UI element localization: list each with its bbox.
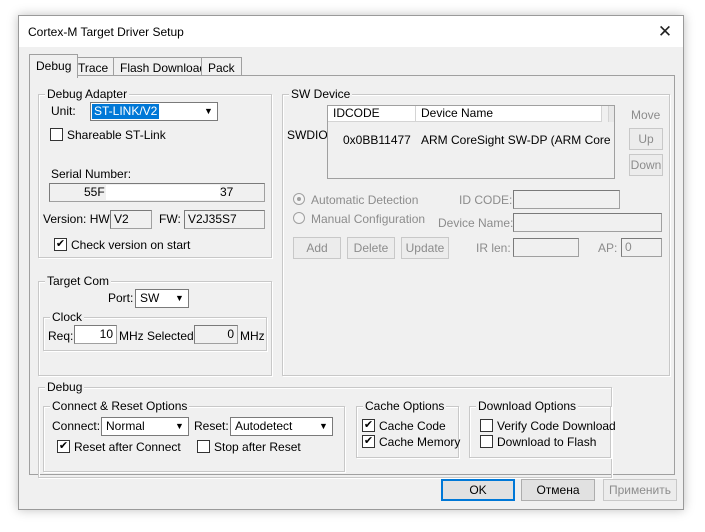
debug-group-label: Debug	[45, 380, 85, 394]
unit-select[interactable]: ST-LINK/V2 ▼	[90, 102, 218, 121]
fw-version-field: V2J35S7	[184, 210, 265, 229]
shareable-st-link-label: Shareable ST-Link	[67, 128, 166, 142]
version-hw-field: V2	[110, 210, 152, 229]
table-row-device-name[interactable]: ARM CoreSight SW-DP (ARM Core	[421, 133, 611, 147]
unit-label: Unit:	[51, 104, 76, 118]
title-bar[interactable]: Cortex-M Target Driver Setup ✕	[19, 16, 683, 47]
chevron-down-icon[interactable]: ▼	[171, 290, 188, 307]
verify-code-download-checkbox[interactable]	[480, 419, 493, 432]
ir-len-label: IR len:	[476, 241, 511, 255]
automatic-detection-radio[interactable]	[293, 193, 305, 205]
unit-value: ST-LINK/V2	[92, 104, 160, 119]
tab-debug[interactable]: Debug	[29, 54, 79, 78]
table-row-idcode[interactable]: 0x0BB11477	[343, 133, 411, 147]
id-code-input[interactable]	[513, 190, 620, 209]
move-up-button[interactable]: Up	[629, 128, 663, 150]
reset-select[interactable]: Autodetect ▼	[230, 417, 333, 436]
column-header-device-name[interactable]: Device Name	[416, 106, 602, 122]
ok-button[interactable]: OK	[441, 479, 515, 501]
download-to-flash-label: Download to Flash	[497, 435, 597, 449]
shareable-st-link-checkbox[interactable]	[50, 128, 63, 141]
connect-reset-group: Connect & Reset Options Connect: Normal …	[43, 399, 345, 472]
verify-code-download-label: Verify Code Download	[497, 419, 616, 433]
reset-value: Autodetect	[235, 419, 293, 433]
sw-device-table[interactable]: IDCODE Device Name 0x0BB11477 ARM CoreSi…	[327, 105, 615, 179]
apply-button[interactable]: Применить	[603, 479, 677, 501]
target-com-label: Target Com	[45, 274, 112, 288]
connect-value: Normal	[106, 419, 145, 433]
manual-configuration-label: Manual Configuration	[311, 212, 426, 226]
delete-button[interactable]: Delete	[347, 237, 395, 259]
swdio-label: SWDIO	[287, 128, 328, 142]
cache-options-group: Cache Options ✔ Cache Code ✔ Cache Memor…	[356, 399, 461, 458]
selected-clock-field: 0	[194, 325, 238, 344]
stop-after-reset-checkbox[interactable]	[197, 440, 210, 453]
port-value: SW	[140, 291, 160, 305]
version-hw-label: Version: HW:	[43, 212, 113, 226]
clock-label: Clock	[50, 310, 85, 324]
selected-label: Selected:	[147, 329, 198, 343]
ap-input[interactable]: 0	[621, 238, 662, 257]
debug-adapter-group: Debug Adapter Unit: ST-LINK/V2 ▼ Shareab…	[38, 87, 272, 258]
debug-group: Debug Connect & Reset Options Connect: N…	[38, 380, 616, 478]
close-icon[interactable]: ✕	[647, 16, 683, 47]
port-label: Port:	[108, 291, 134, 305]
connect-select[interactable]: Normal ▼	[101, 417, 189, 436]
manual-configuration-radio[interactable]	[293, 212, 305, 224]
download-options-label: Download Options	[476, 399, 579, 413]
sw-device-label: SW Device	[289, 87, 353, 101]
sw-device-group: SW Device SWDIO IDCODE Device Name 0x0BB…	[282, 87, 670, 376]
reset-after-connect-label: Reset after Connect	[74, 440, 181, 454]
device-name-label: Device Name:	[438, 216, 514, 230]
req-unit-label: MHz	[119, 329, 144, 343]
download-options-group: Download Options Verify Code Download Do…	[469, 399, 616, 458]
debug-tab-panel: Debug Adapter Unit: ST-LINK/V2 ▼ Shareab…	[29, 75, 675, 478]
update-button[interactable]: Update	[401, 237, 449, 259]
clock-group: Clock Req: 10 MHz Selected: 0 MHz	[43, 310, 267, 351]
check-version-checkbox[interactable]: ✔	[54, 238, 67, 251]
download-to-flash-checkbox[interactable]	[480, 435, 493, 448]
selected-unit-label: MHz	[240, 329, 265, 343]
dialog-window: Cortex-M Target Driver Setup ✕ Debug Tra…	[18, 15, 684, 510]
cache-memory-label: Cache Memory	[379, 435, 461, 449]
debug-adapter-label: Debug Adapter	[45, 87, 130, 101]
move-label: Move	[631, 108, 661, 122]
device-name-input[interactable]	[513, 213, 662, 232]
connect-reset-label: Connect & Reset Options	[50, 399, 190, 413]
id-code-label: ID CODE:	[459, 193, 513, 207]
cache-code-label: Cache Code	[379, 419, 446, 433]
serial-redaction	[106, 185, 220, 200]
chevron-down-icon[interactable]: ▼	[200, 103, 217, 120]
cache-options-label: Cache Options	[363, 399, 447, 413]
cache-code-checkbox[interactable]: ✔	[362, 419, 375, 432]
tab-pack[interactable]: Pack	[201, 57, 242, 77]
column-header-idcode[interactable]: IDCODE	[328, 106, 416, 122]
cache-memory-checkbox[interactable]: ✔	[362, 435, 375, 448]
automatic-detection-label: Automatic Detection	[311, 193, 419, 207]
ap-label: AP:	[598, 241, 618, 255]
chevron-down-icon[interactable]: ▼	[171, 418, 188, 435]
serial-number-field: 55F 37	[49, 183, 265, 202]
serial-number-label: Serial Number:	[51, 167, 132, 181]
window-title: Cortex-M Target Driver Setup	[28, 25, 184, 39]
req-label: Req:	[48, 329, 74, 343]
table-scrollbar[interactable]	[608, 106, 614, 122]
move-down-button[interactable]: Down	[629, 154, 663, 176]
ir-len-input[interactable]	[513, 238, 579, 257]
check-version-label: Check version on start	[71, 238, 191, 252]
req-clock-input[interactable]: 10	[74, 325, 117, 344]
cancel-button[interactable]: Отмена	[521, 479, 595, 501]
target-com-group: Target Com Port: SW ▼ Clock Req: 10 MHz …	[38, 274, 272, 376]
stop-after-reset-label: Stop after Reset	[214, 440, 301, 454]
connect-label: Connect:	[52, 419, 101, 433]
add-button[interactable]: Add	[293, 237, 341, 259]
reset-after-connect-checkbox[interactable]: ✔	[57, 440, 70, 453]
port-select[interactable]: SW ▼	[135, 289, 189, 308]
tab-flash-download[interactable]: Flash Download	[113, 57, 214, 77]
serial-number-start: 55F	[84, 185, 105, 199]
reset-label: Reset:	[194, 419, 229, 433]
fw-label: FW:	[159, 212, 181, 226]
chevron-down-icon[interactable]: ▼	[315, 418, 332, 435]
serial-number-end: 37	[220, 185, 234, 199]
